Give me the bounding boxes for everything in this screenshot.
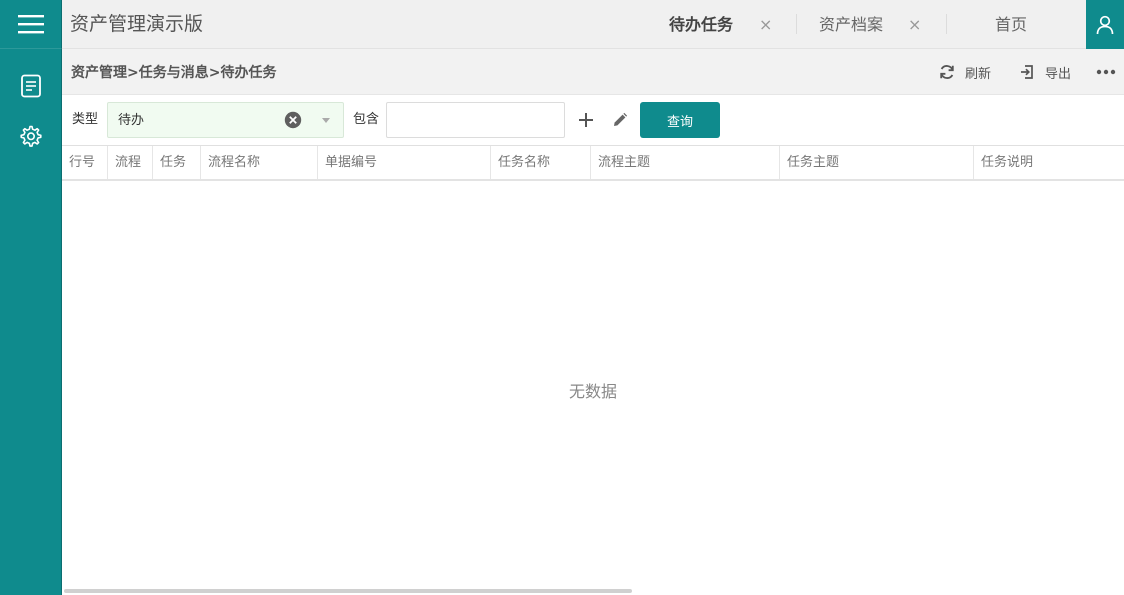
more-icon	[1096, 69, 1116, 75]
column-header-task-subject[interactable]: 任务主题	[780, 146, 974, 179]
pencil-icon	[614, 112, 628, 126]
tab-pending-tasks[interactable]: 待办任务	[669, 0, 733, 49]
tab-pending-tasks-close-icon[interactable]: ×	[759, 0, 772, 49]
column-header-task-description[interactable]: 任务说明	[974, 146, 1124, 179]
tab-separator	[946, 14, 947, 34]
tab-asset-archive[interactable]: 资产档案	[819, 0, 883, 49]
type-select[interactable]: 待办	[107, 102, 344, 138]
tab-asset-archive-close-icon[interactable]: ×	[908, 0, 921, 49]
user-button[interactable]	[1086, 0, 1124, 49]
refresh-icon	[940, 65, 954, 79]
export-label: 导出	[1045, 66, 1072, 82]
refresh-button[interactable]: 刷新	[939, 49, 991, 95]
sidebar	[0, 0, 62, 595]
document-icon	[21, 74, 41, 98]
type-select-value: 待办	[118, 113, 145, 128]
column-header-task[interactable]: 任务	[153, 146, 201, 179]
sidebar-item-documents[interactable]	[0, 64, 62, 108]
menu-toggle-button[interactable]	[0, 0, 62, 49]
user-icon	[1096, 15, 1114, 34]
tab-home[interactable]: 首页	[995, 0, 1027, 49]
clear-icon[interactable]	[284, 111, 302, 129]
column-header-process[interactable]: 流程	[108, 146, 153, 179]
settings-icon	[20, 125, 42, 147]
column-header-document-number[interactable]: 单据编号	[318, 146, 491, 179]
plus-icon	[579, 113, 593, 127]
hamburger-icon	[18, 15, 44, 34]
more-button[interactable]	[1096, 49, 1124, 95]
filter-bar: 类型 待办 包含 查询	[62, 95, 1124, 145]
column-header-row-number[interactable]: 行号	[62, 146, 108, 179]
top-bar: 资产管理演示版 待办任务 × 资产档案 × 首页	[62, 0, 1124, 49]
grid-header: 行号 流程 任务 流程名称 单据编号 任务名称 流程主题 任务主题 任务说明	[62, 146, 1124, 181]
column-header-process-name[interactable]: 流程名称	[201, 146, 318, 179]
horizontal-scrollbar[interactable]	[64, 589, 632, 593]
edit-button[interactable]	[607, 107, 633, 133]
add-button[interactable]	[573, 107, 599, 133]
export-button[interactable]: 导出	[1019, 49, 1071, 95]
tab-separator	[796, 14, 797, 34]
column-header-process-subject[interactable]: 流程主题	[591, 146, 780, 179]
export-icon	[1021, 65, 1033, 79]
contains-input[interactable]	[386, 102, 565, 138]
app-root: 资产管理演示版 待办任务 × 资产档案 × 首页 资产管理>任务与消息>待办任务…	[0, 0, 1124, 595]
type-label: 类型	[72, 112, 99, 127]
query-button[interactable]: 查询	[640, 102, 720, 138]
breadcrumb: 资产管理>任务与消息>待办任务	[71, 65, 277, 81]
contains-label: 包含	[353, 112, 380, 127]
chevron-down-icon[interactable]	[322, 118, 330, 123]
task-grid: 行号 流程 任务 流程名称 单据编号 任务名称 流程主题 任务主题 任务说明 无…	[62, 145, 1124, 595]
refresh-label: 刷新	[965, 66, 992, 82]
column-header-task-name[interactable]: 任务名称	[491, 146, 591, 179]
sidebar-item-settings[interactable]	[0, 114, 62, 158]
empty-message: 无数据	[568, 382, 617, 401]
app-title: 资产管理演示版	[70, 13, 204, 35]
breadcrumb-bar: 资产管理>任务与消息>待办任务 刷新 导出	[62, 49, 1124, 95]
